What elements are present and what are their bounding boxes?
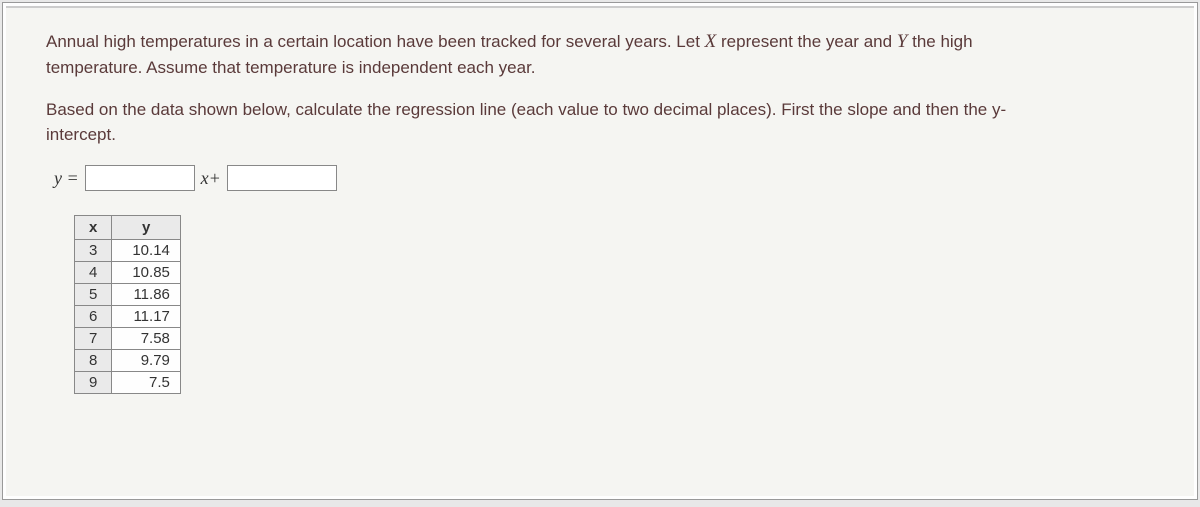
data-table: x y 3 10.14 4 10.85 5 11.86 6 <box>74 215 181 394</box>
variable-x: X <box>705 31 717 52</box>
x-plus-label: x+ <box>201 168 221 189</box>
cell-y: 9.79 <box>112 350 181 372</box>
y-equals-label: y = <box>54 168 79 189</box>
table-row: 7 7.58 <box>75 328 181 350</box>
table-row: 8 9.79 <box>75 350 181 372</box>
table-row: 4 10.85 <box>75 262 181 284</box>
problem-text-1a: Annual high temperatures in a certain lo… <box>46 32 705 51</box>
header-x: x <box>75 216 112 240</box>
cell-x: 7 <box>75 328 112 350</box>
cell-x: 6 <box>75 306 112 328</box>
question-frame: Annual high temperatures in a certain lo… <box>2 2 1198 500</box>
slope-input[interactable] <box>85 165 195 191</box>
cell-y: 10.14 <box>112 240 181 262</box>
variable-y: Y <box>897 31 908 52</box>
intercept-input[interactable] <box>227 165 337 191</box>
cell-x: 4 <box>75 262 112 284</box>
header-y: y <box>112 216 181 240</box>
question-body: Annual high temperatures in a certain lo… <box>6 6 1194 496</box>
cell-x: 9 <box>75 372 112 394</box>
cell-y: 7.5 <box>112 372 181 394</box>
table-header-row: x y <box>75 216 181 240</box>
table-row: 5 11.86 <box>75 284 181 306</box>
cell-y: 7.58 <box>112 328 181 350</box>
table-row: 9 7.5 <box>75 372 181 394</box>
regression-equation: y = x+ <box>54 165 1154 191</box>
cell-x: 8 <box>75 350 112 372</box>
problem-text-1b: represent the year and <box>716 32 897 51</box>
cell-x: 3 <box>75 240 112 262</box>
problem-paragraph-2: Based on the data shown below, calculate… <box>46 98 1046 147</box>
table-row: 3 10.14 <box>75 240 181 262</box>
cell-y: 11.86 <box>112 284 181 306</box>
cell-y: 11.17 <box>112 306 181 328</box>
cell-y: 10.85 <box>112 262 181 284</box>
problem-paragraph-1: Annual high temperatures in a certain lo… <box>46 28 1046 80</box>
cell-x: 5 <box>75 284 112 306</box>
table-row: 6 11.17 <box>75 306 181 328</box>
